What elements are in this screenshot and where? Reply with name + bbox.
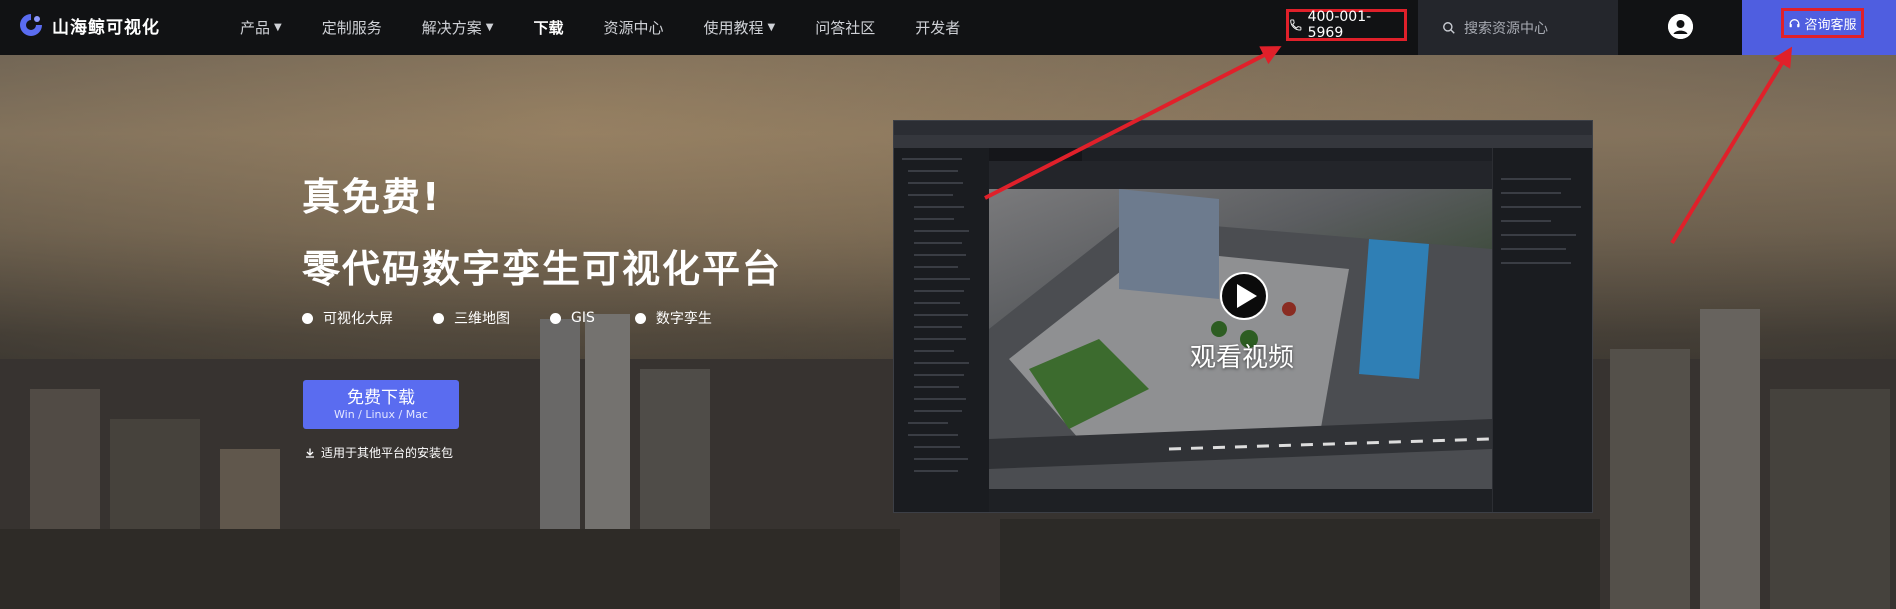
user-icon xyxy=(1668,14,1693,39)
download-platforms: Win / Linux / Mac xyxy=(334,407,428,421)
other-platforms-link[interactable]: 适用于其他平台的安装包 xyxy=(304,444,453,461)
video-toolbar xyxy=(989,161,1492,189)
video-address-bar xyxy=(894,135,1592,148)
brand-logo[interactable]: 山海鲸可视化 xyxy=(18,12,160,38)
user-avatar-button[interactable] xyxy=(1668,14,1693,39)
search-placeholder: 搜索资源中心 xyxy=(1464,20,1548,37)
video-statusbar xyxy=(989,489,1492,512)
phone-number[interactable]: 400-001-5969 xyxy=(1286,9,1407,41)
brand-name: 山海鲸可视化 xyxy=(52,17,160,38)
download-icon xyxy=(306,448,314,458)
main-menu: 产品 ▼ 定制服务 解决方案 ▼ 下载 资源中心 使用教程 ▼ 问答社区 开发者 xyxy=(240,0,1000,55)
nav-item-products[interactable]: 产品 ▼ xyxy=(240,17,282,38)
feature-label: 三维地图 xyxy=(454,311,510,327)
play-icon xyxy=(1236,284,1257,308)
hero-title-line1: 真免费! xyxy=(302,175,442,219)
bullet-icon xyxy=(302,312,313,324)
phone-number-text: 400-001-5969 xyxy=(1307,9,1372,41)
nav-item-label: 问答社区 xyxy=(815,19,876,37)
feature-label: 可视化大屏 xyxy=(323,311,393,327)
chevron-down-icon: ▼ xyxy=(485,22,494,33)
feature-label: GIS xyxy=(571,310,595,326)
consult-service-button[interactable]: 咨询客服 xyxy=(1781,8,1864,38)
nav-item-label: 定制服务 xyxy=(321,19,382,37)
nav-item-label: 下载 xyxy=(533,19,564,37)
search-icon xyxy=(1443,21,1455,34)
bullet-icon xyxy=(550,312,561,324)
other-platforms-text: 适用于其他平台的安装包 xyxy=(321,446,454,460)
nav-item-developers[interactable]: 开发者 xyxy=(915,17,960,38)
chevron-down-icon: ▼ xyxy=(274,22,282,33)
feature-item: 可视化大屏 xyxy=(302,308,393,328)
feature-item: 数字孪生 xyxy=(634,308,712,328)
nav-item-label: 资源中心 xyxy=(603,19,664,37)
video-browser-tabs xyxy=(894,121,1592,135)
free-download-button[interactable]: 免费下载 Win / Linux / Mac xyxy=(303,380,459,429)
consult-label: 咨询客服 xyxy=(1804,17,1857,33)
chevron-down-icon: ▼ xyxy=(767,22,776,33)
nav-item-solutions[interactable]: 解决方案 ▼ xyxy=(422,17,494,38)
bullet-icon xyxy=(634,312,646,324)
bullet-icon xyxy=(433,312,444,324)
nav-item-label: 产品 xyxy=(240,19,271,37)
feature-item: 三维地图 xyxy=(433,308,510,328)
download-button-label: 免费下载 xyxy=(347,387,415,408)
nav-item-label: 开发者 xyxy=(915,19,961,37)
nav-item-custom-service[interactable]: 定制服务 xyxy=(322,17,382,38)
top-navbar: 山海鲸可视化 产品 ▼ 定制服务 解决方案 ▼ 下载 资源中心 使用教程 ▼ 问… xyxy=(0,0,1896,55)
feature-list: 可视化大屏 三维地图 GIS 数字孪生 xyxy=(302,308,752,328)
nav-item-qa-community[interactable]: 问答社区 xyxy=(815,17,875,38)
play-video-button[interactable] xyxy=(1220,272,1268,320)
feature-label: 数字孪生 xyxy=(655,311,712,327)
watch-video-label[interactable]: 观看视频 xyxy=(1190,337,1294,374)
nav-item-resources[interactable]: 资源中心 xyxy=(603,17,663,38)
nav-item-label: 使用教程 xyxy=(703,19,764,37)
whale-logo-icon xyxy=(20,14,42,36)
headset-icon xyxy=(1790,18,1800,27)
video-right-panel xyxy=(1492,148,1592,512)
consult-panel: 咨询客服 xyxy=(1742,0,1896,55)
phone-icon xyxy=(1290,19,1302,31)
search-input[interactable]: 搜索资源中心 xyxy=(1418,0,1618,55)
nav-item-tutorials[interactable]: 使用教程 ▼ xyxy=(703,17,775,38)
video-left-panel xyxy=(894,148,990,512)
nav-item-download[interactable]: 下载 xyxy=(533,17,563,38)
hero-title-line2: 零代码数字孪生可视化平台 xyxy=(302,247,783,291)
feature-item: GIS xyxy=(550,308,595,328)
nav-item-label: 解决方案 xyxy=(421,19,482,37)
